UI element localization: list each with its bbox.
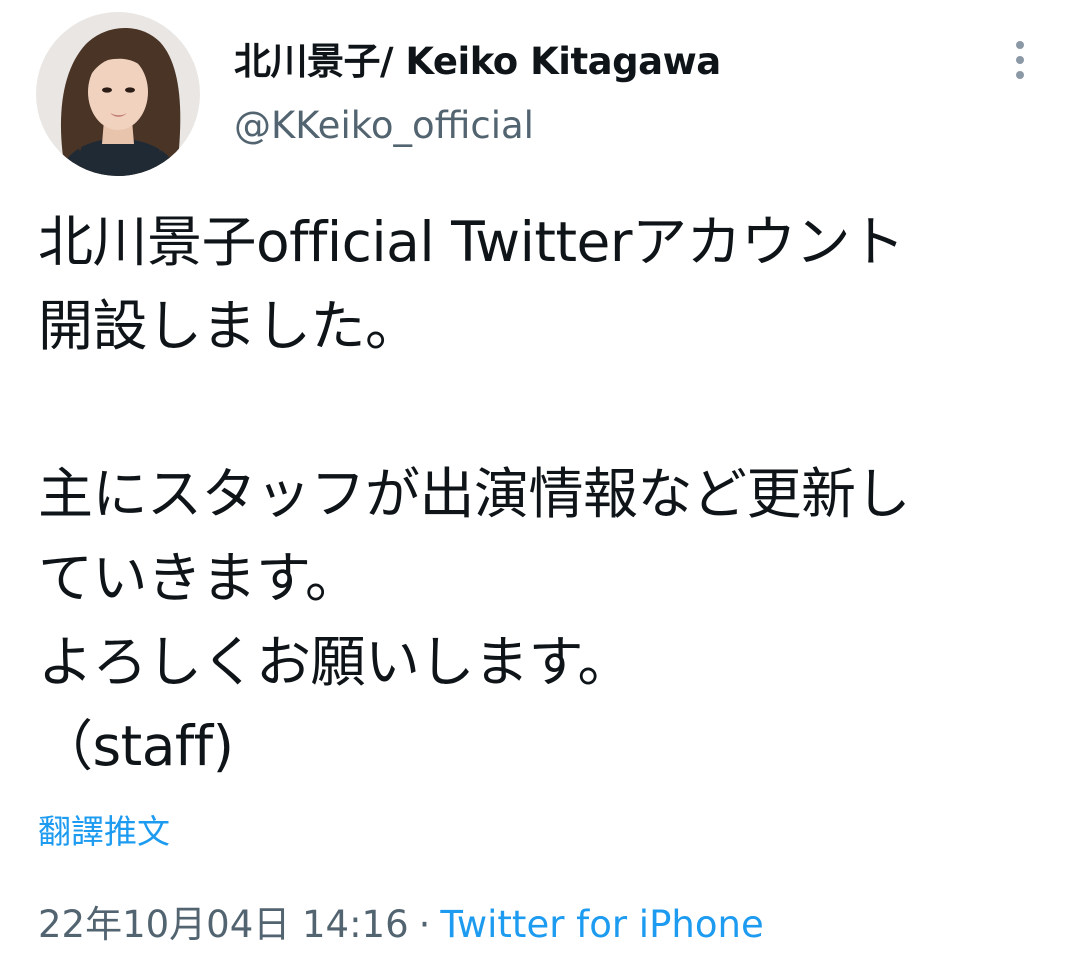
author-handle[interactable]: @KKeiko_official xyxy=(234,102,534,150)
tweet-text-line: ていきます。 xyxy=(38,546,360,610)
tweet-text-line: （staff) xyxy=(38,714,234,778)
tweet-text-line: よろしくお願いします。 xyxy=(38,630,633,694)
avatar[interactable] xyxy=(36,12,200,176)
tweet-text: 北川景子official Twitterアカウント 開設しました。 主にスタッフ… xyxy=(38,200,1058,788)
translate-tweet-link[interactable]: 翻譯推文 xyxy=(38,810,170,854)
tweet-card: 北川景子/ Keiko Kitagawa @KKeiko_official 北川… xyxy=(0,0,1080,972)
tweet-source-link[interactable]: Twitter for iPhone xyxy=(440,903,763,946)
tweet-timestamp[interactable]: 22年10月04日 14:16 xyxy=(38,903,409,946)
tweet-text-line xyxy=(38,368,1058,452)
more-vertical-icon-dot xyxy=(1016,56,1024,64)
tweet-meta: 22年10月04日 14:16 · Twitter for iPhone xyxy=(38,900,764,950)
more-vertical-icon xyxy=(1016,41,1024,49)
avatar-photo xyxy=(36,12,200,176)
more-options-button[interactable] xyxy=(1000,36,1040,84)
tweet-text-line: 開設しました。 xyxy=(38,294,420,358)
tweet-text-line: 主にスタッフが出演情報など更新し xyxy=(38,462,911,526)
tweet-text-line: 北川景子official Twitterアカウント xyxy=(38,210,905,274)
more-vertical-icon-dot xyxy=(1016,71,1024,79)
author-display-name[interactable]: 北川景子/ Keiko Kitagawa xyxy=(234,38,721,86)
meta-separator: · xyxy=(418,903,431,946)
